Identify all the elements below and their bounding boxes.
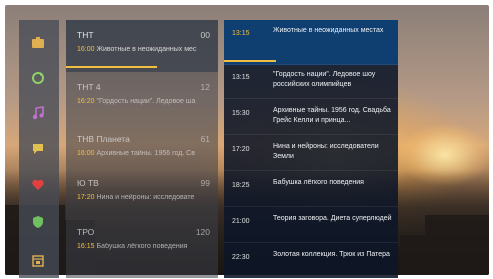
schedule-time: 13:15 <box>232 30 250 37</box>
schedule-time: 15:30 <box>232 110 250 117</box>
tv-icon[interactable] <box>31 36 45 50</box>
music-icon[interactable] <box>31 106 45 120</box>
channel-now-playing: 16:00 Животные в неожиданных мес <box>77 46 213 53</box>
channel-number: 00 <box>200 30 210 40</box>
channel-name: Ю ТВ <box>77 178 99 188</box>
program-title: Нина и нейроны: исследовате <box>96 194 195 201</box>
program-progress-bar <box>66 66 158 68</box>
heart-icon[interactable] <box>31 178 45 192</box>
program-time: 16:15 <box>77 243 95 250</box>
schedule-item[interactable]: 13:15 "Гордость нации". Ледовое шоу росс… <box>224 64 398 99</box>
schedule-title: "Гордость нации". Ледовое шоу российских… <box>273 71 376 88</box>
schedule-title: Нина и нейроны: исследователи Земли <box>273 143 379 160</box>
refresh-icon[interactable] <box>31 71 45 85</box>
program-time: 17:20 <box>77 194 95 201</box>
shield-icon[interactable] <box>31 215 45 229</box>
schedule-item[interactable]: 13:15 Животные в неожиданных местах <box>224 20 398 65</box>
program-schedule: 13:15 Животные в неожиданных местах 13:1… <box>224 20 398 279</box>
category-sidebar <box>19 20 59 278</box>
schedule-title: Животные в неожиданных местах <box>273 27 384 34</box>
schedule-title: Архивные тайны. 1956 год. Свадьба Грейс … <box>273 107 391 124</box>
program-time: 16:00 <box>77 46 95 53</box>
channel-name: ТРО <box>77 227 95 237</box>
channel-item[interactable]: Ю ТВ 99 17:20 Нина и нейроны: исследоват… <box>66 168 218 220</box>
channel-number: 120 <box>195 227 210 237</box>
schedule-title: Бабушка лёгкого поведения <box>273 179 364 186</box>
schedule-time: 21:00 <box>232 218 250 225</box>
channel-now-playing: 16:15 Бабушка лёгкого поведения <box>77 243 213 250</box>
channel-now-playing: 16:00 Архивные тайны. 1956 год. Св <box>77 150 213 157</box>
schedule-item[interactable]: 17:20 Нина и нейроны: исследователи Земл… <box>224 136 398 171</box>
calendar-icon[interactable] <box>31 254 45 268</box>
schedule-item[interactable]: 22:30 Золотая коллекция. Трюк из Патера <box>224 244 398 279</box>
channel-name: ТНВ Планета <box>77 134 130 144</box>
schedule-item[interactable]: 21:00 Теория заговора. Диета суперлюдей <box>224 208 398 243</box>
channel-number: 12 <box>200 82 210 92</box>
channel-item[interactable]: ТНТ 4 12 16:20 "Гордость нации". Ледовое… <box>66 72 218 124</box>
program-title: Животные в неожиданных мес <box>96 46 197 53</box>
schedule-time: 17:20 <box>232 146 250 153</box>
channel-number: 61 <box>200 134 210 144</box>
channel-number: 99 <box>200 178 210 188</box>
chat-icon[interactable] <box>31 142 45 156</box>
schedule-time: 18:25 <box>232 182 250 189</box>
schedule-progress-bar <box>224 60 277 62</box>
program-title: Бабушка лёгкого поведения <box>96 243 188 250</box>
channel-item[interactable]: ТРО 120 16:15 Бабушка лёгкого поведения <box>66 217 218 269</box>
schedule-item[interactable]: 15:30 Архивные тайны. 1956 год. Свадьба … <box>224 100 398 135</box>
schedule-time: 13:15 <box>232 74 250 81</box>
program-time: 16:20 <box>77 98 95 105</box>
channel-item[interactable]: ТНТ 00 16:00 Животные в неожиданных мес <box>66 20 218 72</box>
schedule-item[interactable]: 18:25 Бабушка лёгкого поведения <box>224 172 398 207</box>
channel-name: ТНТ 4 <box>77 82 101 92</box>
channel-name: ТНТ <box>77 30 94 40</box>
channel-now-playing: 16:20 "Гордость нации". Ледовое ша <box>77 98 213 105</box>
schedule-title: Теория заговора. Диета суперлюдей <box>273 215 392 222</box>
schedule-time: 22:30 <box>232 254 250 261</box>
program-title: "Гордость нации". Ледовое ша <box>96 98 196 105</box>
channel-now-playing: 17:20 Нина и нейроны: исследовате <box>77 194 213 201</box>
channel-list: ТНТ 00 16:00 Животные в неожиданных мес … <box>66 20 218 278</box>
program-title: Архивные тайны. 1956 год. Св <box>96 150 195 157</box>
schedule-title: Золотая коллекция. Трюк из Патера <box>273 251 390 258</box>
program-time: 16:00 <box>77 150 95 157</box>
